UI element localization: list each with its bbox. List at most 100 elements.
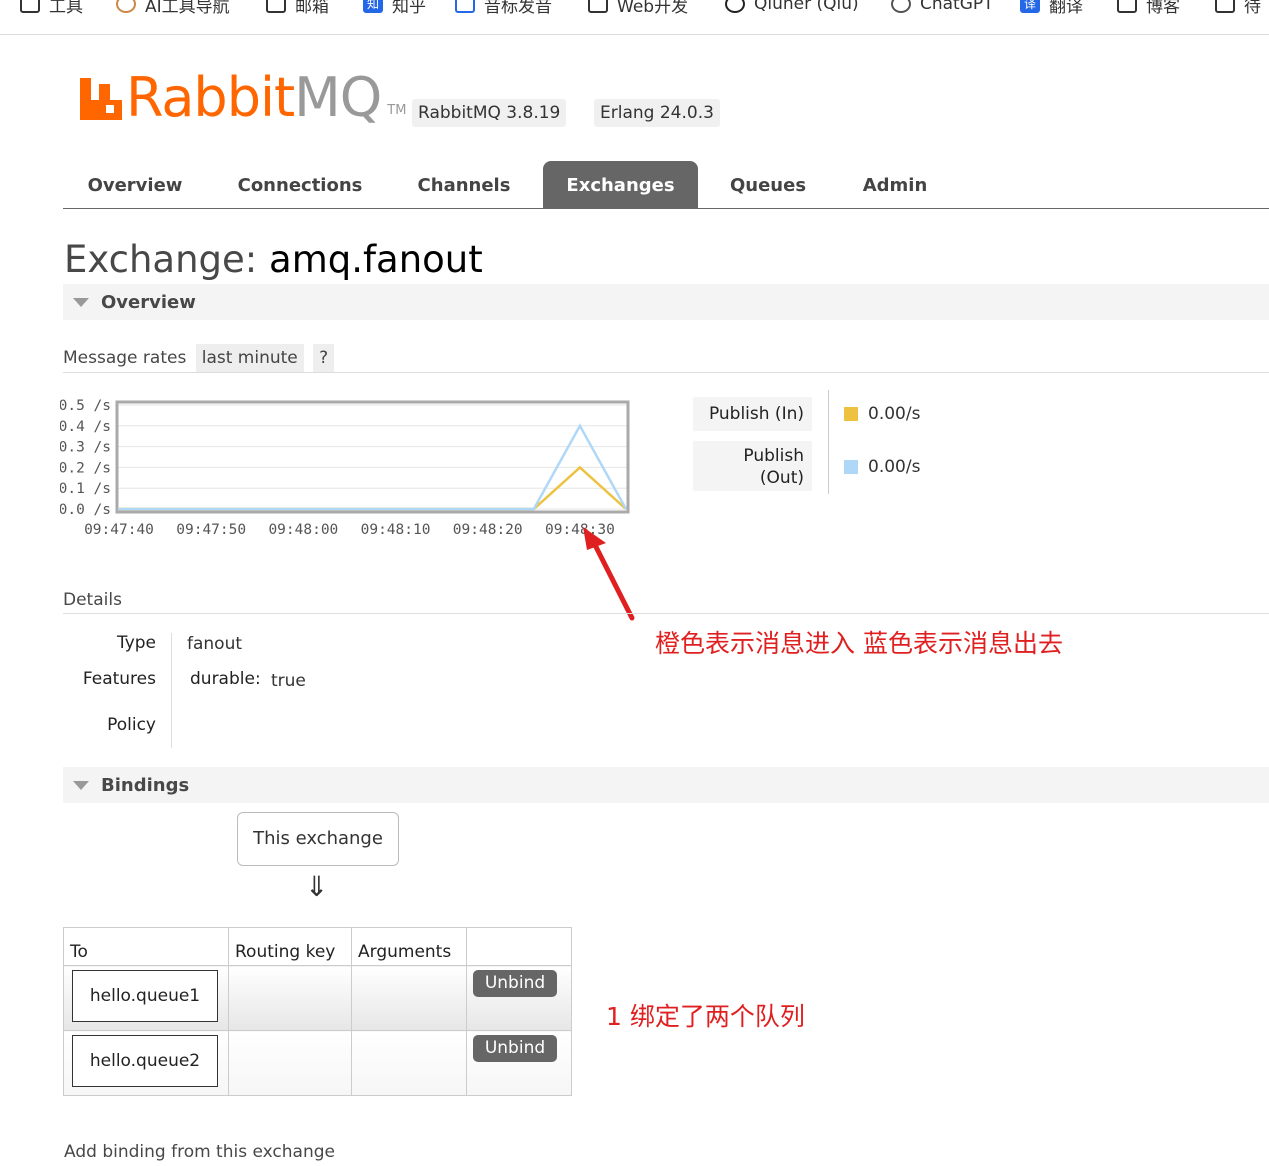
column-header-actions	[466, 927, 572, 966]
cell-routing-key	[228, 965, 352, 1031]
bookmark-translate[interactable]: 译翻译	[1020, 0, 1083, 17]
legend-value-publish-out: 0.00/s	[844, 455, 920, 479]
bookmark-zhihu[interactable]: 知知乎	[363, 0, 426, 17]
table-header-row: To Routing key Arguments	[63, 927, 572, 966]
x-tick-label: 09:48:00	[268, 522, 338, 538]
y-tick-label: 0.1 /s	[60, 481, 111, 497]
column-header-arguments: Arguments	[351, 927, 467, 966]
message-rates-header: Message rates last minute ?	[63, 344, 1269, 373]
cell-to: hello.queue2	[63, 1030, 229, 1096]
y-tick-label: 0.0 /s	[60, 502, 111, 518]
publish-in-rate: 0.00/s	[868, 404, 921, 424]
robot-icon	[455, 0, 475, 13]
legend-label-publish-in: Publish (In)	[693, 397, 812, 431]
rabbitmq-logo-icon	[80, 78, 122, 120]
help-button[interactable]: ?	[313, 344, 335, 372]
tab-overview[interactable]: Overview	[73, 161, 197, 208]
swatch-publish-in	[844, 407, 858, 421]
cell-actions: Unbind	[466, 1030, 572, 1096]
detail-key-features: Features	[82, 669, 156, 689]
exchange-name: amq.fanout	[269, 238, 483, 281]
bookmark-tools[interactable]: 工具	[20, 0, 83, 17]
publish-out-rate: 0.00/s	[868, 457, 921, 477]
tab-queues[interactable]: Queues	[715, 161, 821, 208]
y-tick-label: 0.5 /s	[60, 398, 111, 414]
message-rates-label: Message rates	[63, 348, 187, 368]
folder-icon	[20, 0, 40, 13]
detail-key-type: Type	[116, 633, 156, 653]
column-header-to: To	[63, 927, 229, 966]
legend-divider	[828, 390, 829, 494]
bookmark-chatgpt[interactable]: ChatGPT	[891, 0, 994, 17]
legend-label-publish-out: Publish (Out)	[693, 441, 812, 491]
folder-icon	[1215, 0, 1235, 13]
translate-icon: 译	[1020, 0, 1040, 13]
detail-value-type: fanout	[187, 634, 243, 654]
folder-icon	[266, 0, 286, 13]
zhihu-icon: 知	[363, 0, 383, 13]
detail-feature-durable-value: true	[271, 671, 306, 691]
bindings-section-header[interactable]: Bindings	[63, 767, 1269, 803]
folder-icon	[588, 0, 608, 13]
detail-key-policy: Policy	[107, 715, 156, 735]
cell-actions: Unbind	[466, 965, 572, 1031]
unbind-button[interactable]: Unbind	[473, 970, 557, 997]
cell-routing-key	[228, 1030, 352, 1096]
details-divider	[171, 633, 172, 748]
bookmark-more[interactable]: 待	[1215, 0, 1261, 17]
overview-section-label: Overview	[101, 291, 196, 313]
chart-plot-frame	[115, 400, 630, 514]
column-header-routing-key: Routing key	[228, 927, 352, 966]
site-icon	[116, 0, 136, 13]
add-binding-header: Add binding from this exchange	[64, 1142, 335, 1162]
unbind-button[interactable]: Unbind	[473, 1035, 557, 1062]
bookmark-ai-nav[interactable]: AI工具导航	[116, 0, 230, 17]
folder-icon	[1117, 0, 1137, 13]
github-icon	[725, 0, 745, 13]
page-title: Exchange: amq.fanout	[64, 238, 483, 281]
bookmark-github[interactable]: Qiuner (Qiu)	[725, 0, 859, 17]
page-title-prefix: Exchange:	[64, 238, 258, 281]
table-row: hello.queue2 Unbind	[63, 1030, 572, 1096]
tab-admin[interactable]: Admin	[847, 161, 943, 208]
x-tick-label: 09:48:10	[361, 522, 431, 538]
message-rates-chart: 0.5 /s 0.4 /s 0.3 /s 0.2 /s 0.1 /s 0.0 /s 09:4…	[60, 398, 630, 538]
overview-section-header[interactable]: Overview	[63, 284, 1269, 320]
logo-trademark: TM	[387, 103, 407, 118]
bookmark-webdev[interactable]: Web开发	[588, 0, 688, 17]
rate-range-selector[interactable]: last minute	[195, 344, 304, 372]
erlang-version-badge: Erlang 24.0.3	[594, 99, 720, 127]
bookmark-phonetics[interactable]: 音标发音	[455, 0, 552, 17]
bindings-table: To Routing key Arguments hello.queue1 Un…	[63, 927, 572, 1096]
cell-to: hello.queue1	[63, 965, 229, 1031]
cell-arguments	[351, 1030, 467, 1096]
tab-channels[interactable]: Channels	[403, 161, 525, 208]
bookmark-mail[interactable]: 邮箱	[266, 0, 329, 17]
x-tick-label: 09:48:20	[453, 522, 523, 538]
annotation-colors-note: 橙色表示消息进入 蓝色表示消息出去	[655, 629, 1063, 658]
y-tick-label: 0.2 /s	[60, 460, 111, 476]
this-exchange-box: This exchange	[237, 812, 399, 866]
openai-icon	[891, 0, 911, 13]
bookmark-blog[interactable]: 博客	[1117, 0, 1180, 17]
x-tick-label: 09:47:50	[176, 522, 246, 538]
down-arrow-icon: ⇓	[305, 870, 329, 903]
queue-link[interactable]: hello.queue2	[72, 1035, 218, 1087]
main-nav: Overview Connections Channels Exchanges …	[63, 161, 1269, 209]
cell-arguments	[351, 965, 467, 1031]
y-tick-label: 0.4 /s	[60, 419, 111, 435]
table-row: hello.queue1 Unbind	[63, 965, 572, 1031]
logo-text-rabbit: Rabbit	[126, 66, 295, 129]
bindings-section-label: Bindings	[101, 774, 190, 796]
queue-link[interactable]: hello.queue1	[72, 970, 218, 1022]
details-header: Details	[63, 588, 1269, 614]
tab-exchanges[interactable]: Exchanges	[543, 161, 698, 208]
collapse-triangle-icon	[73, 780, 89, 790]
tab-connections[interactable]: Connections	[223, 161, 377, 208]
logo-text-mq: MQ	[294, 66, 382, 129]
collapse-triangle-icon	[73, 297, 89, 307]
rabbitmq-logo[interactable]: Rabbit MQ TM	[80, 68, 406, 128]
y-tick-label: 0.3 /s	[60, 440, 111, 456]
bookmarks-bar: 工具 AI工具导航 邮箱 知知乎 音标发音 Web开发 Qiuner (Qiu)…	[0, 0, 1269, 35]
rabbitmq-version-badge: RabbitMQ 3.8.19	[412, 99, 567, 127]
